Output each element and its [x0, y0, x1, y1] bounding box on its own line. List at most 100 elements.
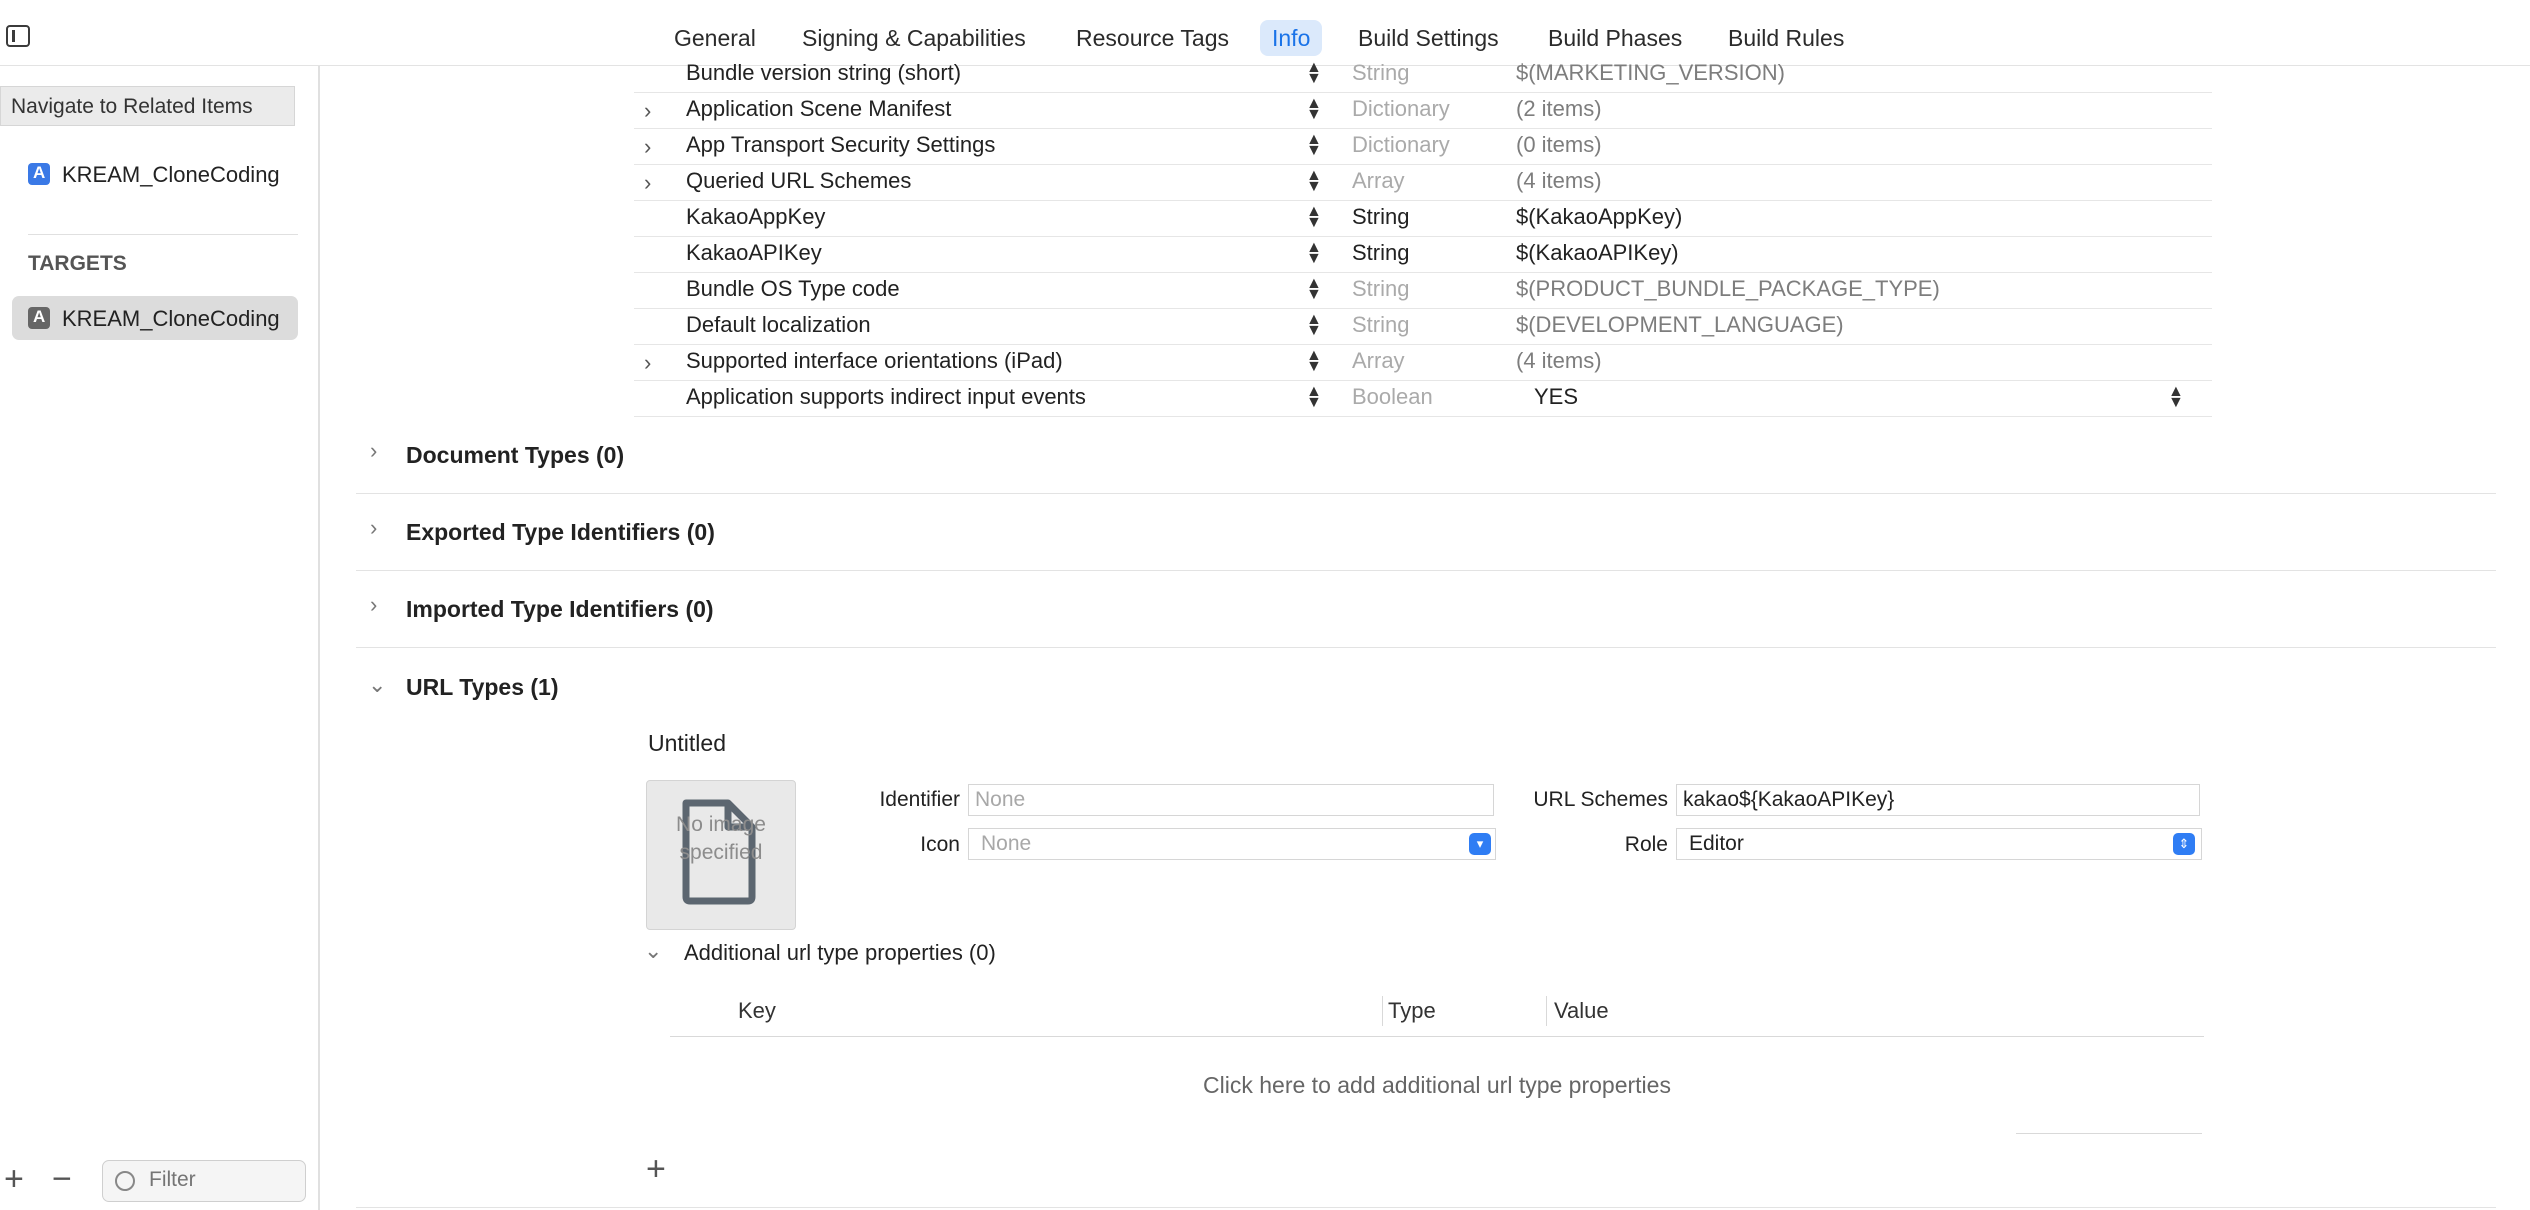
additional-properties-label: Additional url type properties (0): [684, 940, 996, 965]
plist-row-interface-orientations-ipad[interactable]: › Supported interface orientations (iPad…: [634, 344, 2212, 381]
column-header-value[interactable]: Value: [1554, 998, 1609, 1024]
plist-value[interactable]: $(MARKETING_VERSION): [1516, 60, 1785, 86]
plist-type: String: [1352, 312, 1410, 337]
url-type-name[interactable]: Untitled: [648, 730, 726, 757]
plist-value[interactable]: $(KakaoAppKey): [1516, 204, 1682, 230]
plist-value[interactable]: $(PRODUCT_BUNDLE_PACKAGE_TYPE): [1516, 276, 1940, 302]
plist-row-app-transport-security[interactable]: › App Transport Security Settings ▲ ▼ Dic…: [634, 128, 2212, 165]
tab-build-rules[interactable]: Build Rules: [1716, 20, 1856, 56]
no-image-label: No image specified: [676, 813, 766, 864]
plist-row-kakao-api-key[interactable]: KakaoAPIKey ▲ ▼ String $(KakaoAPIKey): [634, 236, 2212, 273]
plist-type: Dictionary: [1352, 132, 1450, 157]
add-properties-hint[interactable]: Click here to add additional url type pr…: [670, 1072, 2204, 1099]
sidebar-item-project[interactable]: KREAM_CloneCoding: [12, 152, 298, 196]
key-stepper-icon[interactable]: ▲ ▼: [1306, 96, 1322, 123]
plist-type: Dictionary: [1352, 96, 1450, 121]
role-popup[interactable]: Editor ⇕: [1676, 828, 2202, 860]
section-exported-type-identifiers[interactable]: › Exported Type Identifiers (0): [356, 493, 2496, 571]
plist-row-bundle-os-type[interactable]: Bundle OS Type code ▲ ▼ String $(PRODUCT_…: [634, 272, 2212, 309]
chevron-down-icon[interactable]: ⌄: [644, 938, 662, 964]
plist-type: Array: [1352, 168, 1405, 193]
key-stepper-icon[interactable]: ▲ ▼: [1306, 168, 1322, 195]
tab-signing-capabilities[interactable]: Signing & Capabilities: [790, 20, 1038, 56]
chevron-right-icon[interactable]: ›: [370, 438, 377, 464]
navigate-related-items-tooltip: Navigate to Related Items: [0, 86, 295, 126]
chevron-right-icon[interactable]: ›: [370, 515, 377, 541]
properties-table-header: Key Type Value: [670, 990, 2204, 1037]
plist-row-bundle-version-short[interactable]: Bundle version string (short) ▲ ▼ String …: [634, 56, 2212, 93]
sidebar-item-label: KREAM_CloneCoding: [62, 306, 280, 331]
section-title: URL Types (1): [406, 674, 559, 700]
sidebar-divider: [28, 234, 298, 235]
tab-info[interactable]: Info: [1260, 20, 1323, 56]
tab-build-settings[interactable]: Build Settings: [1346, 20, 1511, 56]
section-title: Document Types (0): [406, 442, 625, 468]
plist-row-queried-url-schemes[interactable]: › Queried URL Schemes ▲ ▼ Array (4 items): [634, 164, 2212, 201]
sidebar-item-label: KREAM_CloneCoding: [62, 162, 280, 187]
plist-value[interactable]: YES: [1534, 384, 1578, 410]
tab-resource-tags[interactable]: Resource Tags: [1064, 20, 1241, 56]
plist-value: (4 items): [1516, 168, 1602, 193]
plist-key: Application supports indirect input even…: [686, 384, 1086, 409]
plist-key: Bundle version string (short): [686, 60, 962, 85]
chevron-right-icon[interactable]: ›: [370, 592, 377, 618]
plist-value[interactable]: $(DEVELOPMENT_LANGUAGE): [1516, 312, 1844, 338]
plist-value[interactable]: $(KakaoAPIKey): [1516, 240, 1679, 266]
identifier-field[interactable]: [968, 784, 1494, 816]
identifier-label: Identifier: [879, 788, 960, 811]
chevron-down-icon[interactable]: ⌄: [368, 672, 386, 698]
table-divider: [2016, 1133, 2202, 1134]
tab-build-phases[interactable]: Build Phases: [1536, 20, 1694, 56]
plist-row-indirect-input-events[interactable]: Application supports indirect input even…: [634, 380, 2212, 417]
icon-popup[interactable]: None ▾: [968, 828, 1496, 860]
key-stepper-icon[interactable]: ▲ ▼: [1306, 204, 1322, 231]
key-stepper-icon[interactable]: ▲ ▼: [1306, 132, 1322, 159]
filter-input[interactable]: [147, 1167, 301, 1193]
chevron-right-icon[interactable]: ›: [644, 98, 651, 124]
key-stepper-icon[interactable]: ▲ ▼: [1306, 240, 1322, 267]
chevron-right-icon[interactable]: ›: [644, 134, 651, 160]
url-type-image-well[interactable]: No image specified: [646, 780, 796, 930]
plist-row-kakao-app-key[interactable]: KakaoAppKey ▲ ▼ String $(KakaoAppKey): [634, 200, 2212, 237]
section-url-types[interactable]: ⌄ URL Types (1): [356, 650, 2496, 720]
section-title: Imported Type Identifiers (0): [406, 596, 714, 622]
column-divider: [1382, 996, 1383, 1026]
url-schemes-field[interactable]: [1676, 784, 2200, 816]
plist-value: (0 items): [1516, 132, 1602, 157]
value-popup-stepper-icon[interactable]: ▲ ▼: [2168, 384, 2184, 411]
plist-type: String: [1352, 240, 1410, 265]
project-icon: [28, 163, 50, 185]
remove-target-icon[interactable]: −: [52, 1162, 72, 1196]
plist-key: Default localization: [686, 312, 871, 337]
tab-general[interactable]: General: [662, 20, 768, 56]
sidebar-filter[interactable]: [102, 1160, 306, 1202]
sidebar-item-target[interactable]: KREAM_CloneCoding: [12, 296, 298, 340]
add-target-icon[interactable]: +: [4, 1162, 24, 1196]
url-schemes-label: URL Schemes: [1533, 788, 1668, 811]
column-divider: [1546, 996, 1547, 1026]
key-stepper-icon[interactable]: ▲ ▼: [1306, 384, 1322, 411]
column-header-type[interactable]: Type: [1388, 998, 1436, 1024]
section-divider: [356, 1207, 2496, 1208]
plist-type: String: [1352, 276, 1410, 301]
role-label: Role: [1624, 833, 1668, 856]
section-imported-type-identifiers[interactable]: › Imported Type Identifiers (0): [356, 570, 2496, 648]
plist-type: String: [1352, 60, 1410, 85]
plist-type: Boolean: [1352, 384, 1433, 409]
sidebar-toggle-icon[interactable]: [6, 25, 30, 47]
key-stepper-icon[interactable]: ▲ ▼: [1306, 312, 1322, 339]
key-stepper-icon[interactable]: ▲ ▼: [1306, 60, 1322, 87]
chevron-right-icon[interactable]: ›: [644, 350, 651, 376]
plist-row-default-localization[interactable]: Default localization ▲ ▼ String $(DEVELOP…: [634, 308, 2212, 345]
plist-row-scene-manifest[interactable]: › Application Scene Manifest ▲ ▼ Dictiona…: [634, 92, 2212, 129]
key-stepper-icon[interactable]: ▲ ▼: [1306, 348, 1322, 375]
add-url-type-button[interactable]: +: [646, 1152, 666, 1186]
plist-key: KakaoAPIKey: [686, 240, 822, 265]
chevron-right-icon[interactable]: ›: [644, 170, 651, 196]
key-stepper-icon[interactable]: ▲ ▼: [1306, 276, 1322, 303]
column-header-key[interactable]: Key: [738, 998, 776, 1024]
plist-value: (2 items): [1516, 96, 1602, 121]
section-document-types[interactable]: › Document Types (0): [356, 416, 2496, 494]
section-title: Exported Type Identifiers (0): [406, 519, 715, 545]
plist-type: Array: [1352, 348, 1405, 373]
